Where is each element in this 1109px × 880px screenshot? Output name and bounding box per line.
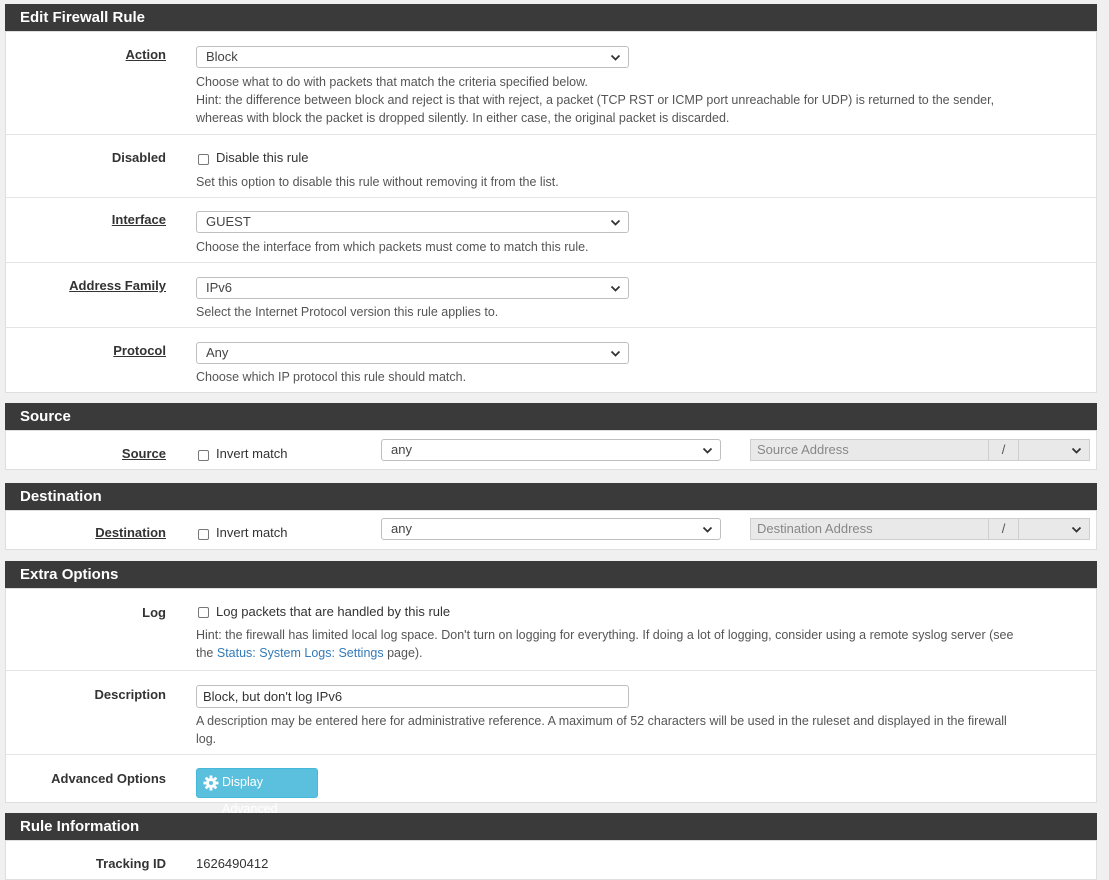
source-mask-select[interactable] (1018, 439, 1090, 461)
interface-help: Choose the interface from which packets … (196, 240, 589, 254)
chevron-down-icon (610, 350, 621, 357)
source-mask-separator: / (988, 439, 1019, 461)
log-row: Log Log packets that are handled by this… (6, 589, 1096, 671)
address-family-select[interactable]: IPv6 (196, 277, 629, 299)
description-label: Description (94, 687, 166, 702)
chevron-down-icon (610, 219, 621, 226)
destination-mask-separator: / (988, 518, 1019, 540)
action-help: Choose what to do with packets that matc… (196, 75, 995, 125)
tracking-id-value: 1626490412 (196, 856, 269, 871)
disabled-help: Set this option to disable this rule wit… (196, 175, 559, 189)
log-checkbox[interactable] (198, 607, 209, 618)
address-family-help: Select the Internet Protocol version thi… (196, 305, 499, 319)
source-invert-label[interactable]: Invert match (216, 446, 288, 461)
log-label: Log (142, 605, 166, 620)
protocol-label[interactable]: Protocol (113, 343, 166, 358)
log-checkbox-label[interactable]: Log packets that are handled by this rul… (216, 604, 450, 619)
destination-type-select[interactable]: any (381, 518, 721, 540)
system-logs-settings-link[interactable]: Status: System Logs: Settings (217, 646, 384, 660)
disabled-row: Disabled Disable this rule Set this opti… (6, 135, 1096, 198)
address-family-label[interactable]: Address Family (69, 278, 166, 293)
section-header-destination: Destination (5, 483, 1097, 510)
source-label[interactable]: Source (122, 446, 166, 461)
description-help: A description may be entered here for ad… (196, 714, 1007, 746)
action-select-value: Block (206, 49, 238, 64)
protocol-row: Protocol Any Choose which IP protocol th… (6, 328, 1096, 394)
action-row: Action Block Choose what to do with pack… (6, 32, 1096, 135)
source-panel: Source Invert match any Source Address / (5, 430, 1097, 470)
protocol-help: Choose which IP protocol this rule shoul… (196, 370, 467, 384)
section-header-edit-firewall-rule: Edit Firewall Rule (5, 4, 1097, 31)
address-family-select-value: IPv6 (206, 280, 233, 295)
disable-rule-checkbox[interactable] (198, 154, 209, 165)
description-row: Description Block, but don't log IPv6 A … (6, 671, 1096, 755)
destination-panel: Destination Invert match any Destination… (5, 510, 1097, 550)
chevron-down-icon (610, 285, 621, 292)
rule-information-panel: Tracking ID 1626490412 (5, 840, 1097, 880)
interface-label[interactable]: Interface (112, 212, 166, 227)
gear-icon (203, 775, 219, 791)
protocol-select-value: Any (206, 345, 229, 360)
section-header-extra-options: Extra Options (5, 561, 1097, 588)
advanced-options-row: Advanced Options Display Advanced (6, 755, 1096, 816)
display-advanced-label: Display Advanced (222, 775, 278, 816)
destination-invert-label[interactable]: Invert match (216, 525, 288, 540)
destination-mask-select[interactable] (1018, 518, 1090, 540)
source-type-select[interactable]: any (381, 439, 721, 461)
interface-row: Interface GUEST Choose the interface fro… (6, 198, 1096, 263)
chevron-down-icon (1071, 447, 1082, 454)
section-header-source: Source (5, 403, 1097, 430)
protocol-select[interactable]: Any (196, 342, 629, 364)
address-family-row: Address Family IPv6 Select the Internet … (6, 263, 1096, 328)
chevron-down-icon (702, 526, 713, 533)
source-invert-checkbox[interactable] (198, 450, 209, 461)
section-header-rule-information: Rule Information (5, 813, 1097, 840)
description-input[interactable]: Block, but don't log IPv6 (196, 685, 629, 708)
action-select[interactable]: Block (196, 46, 629, 68)
tracking-id-label: Tracking ID (95, 856, 166, 871)
action-label[interactable]: Action (126, 47, 166, 62)
destination-type-value: any (391, 521, 412, 536)
disable-rule-checkbox-label[interactable]: Disable this rule (216, 150, 309, 165)
display-advanced-button[interactable]: Display Advanced (196, 768, 318, 816)
chevron-down-icon (610, 54, 621, 61)
extra-options-panel: Log Log packets that are handled by this… (5, 588, 1097, 816)
interface-select[interactable]: GUEST (196, 211, 629, 233)
chevron-down-icon (702, 447, 713, 454)
log-help: Hint: the firewall has limited local log… (196, 628, 1014, 660)
interface-select-value: GUEST (206, 214, 251, 229)
chevron-down-icon (1071, 526, 1082, 533)
source-address-input[interactable]: Source Address (750, 439, 989, 461)
edit-firewall-rule-panel: Action Block Choose what to do with pack… (5, 31, 1097, 393)
destination-address-input[interactable]: Destination Address (750, 518, 989, 540)
disabled-label: Disabled (111, 150, 166, 165)
source-type-value: any (391, 442, 412, 457)
destination-invert-checkbox[interactable] (198, 529, 209, 540)
advanced-options-label: Advanced Options (51, 771, 166, 786)
destination-label[interactable]: Destination (95, 525, 166, 540)
